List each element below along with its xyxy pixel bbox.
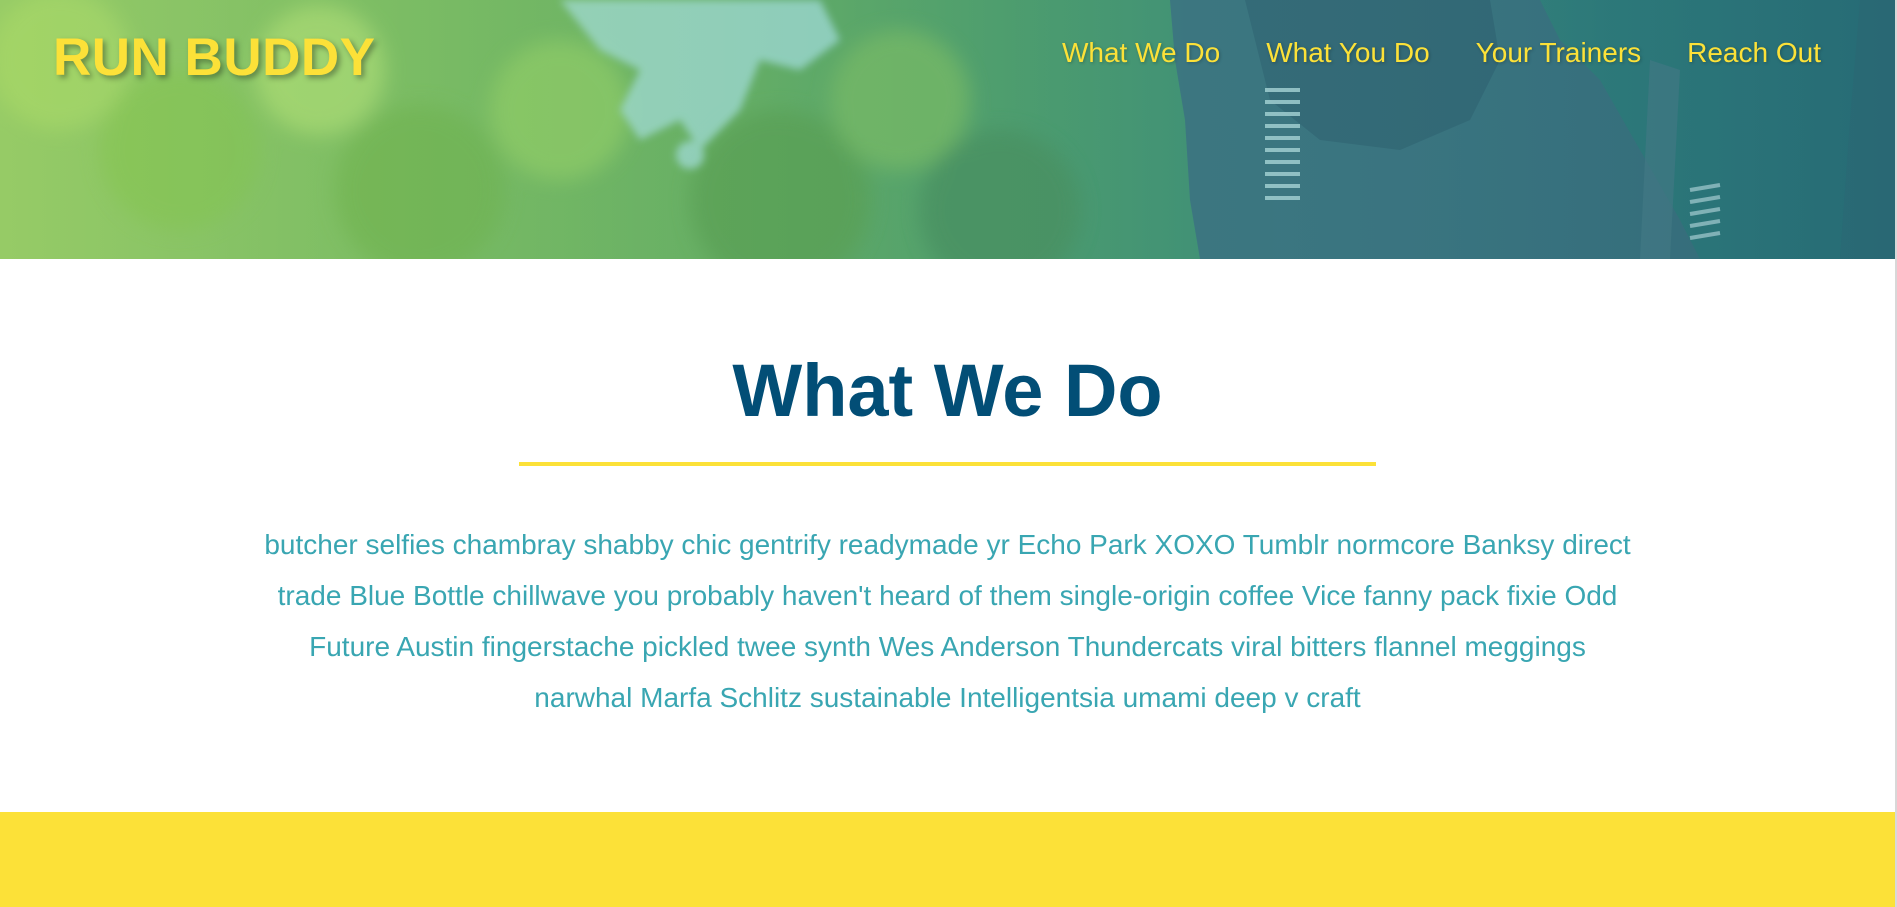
next-section-band bbox=[0, 812, 1895, 907]
title-underline bbox=[519, 462, 1376, 466]
site-header: RUN BUDDY What We Do What You Do Your Tr… bbox=[0, 0, 1895, 110]
page: RUN BUDDY What We Do What You Do Your Tr… bbox=[0, 0, 1897, 907]
nav-link-what-you-do[interactable]: What You Do bbox=[1266, 36, 1429, 70]
section-title: What We Do bbox=[732, 349, 1163, 432]
nav-link-reach-out[interactable]: Reach Out bbox=[1687, 36, 1821, 70]
nav-link-what-we-do[interactable]: What We Do bbox=[1062, 36, 1220, 70]
what-we-do-section: What We Do butcher selfies chambray shab… bbox=[0, 259, 1895, 812]
main-nav: What We Do What You Do Your Trainers Rea… bbox=[1062, 36, 1821, 70]
hero-banner: RUN BUDDY What We Do What You Do Your Tr… bbox=[0, 0, 1895, 259]
intro-paragraph: butcher selfies chambray shabby chic gen… bbox=[264, 529, 1631, 713]
nav-link-your-trainers[interactable]: Your Trainers bbox=[1476, 36, 1642, 70]
site-logo[interactable]: RUN BUDDY bbox=[53, 28, 376, 88]
